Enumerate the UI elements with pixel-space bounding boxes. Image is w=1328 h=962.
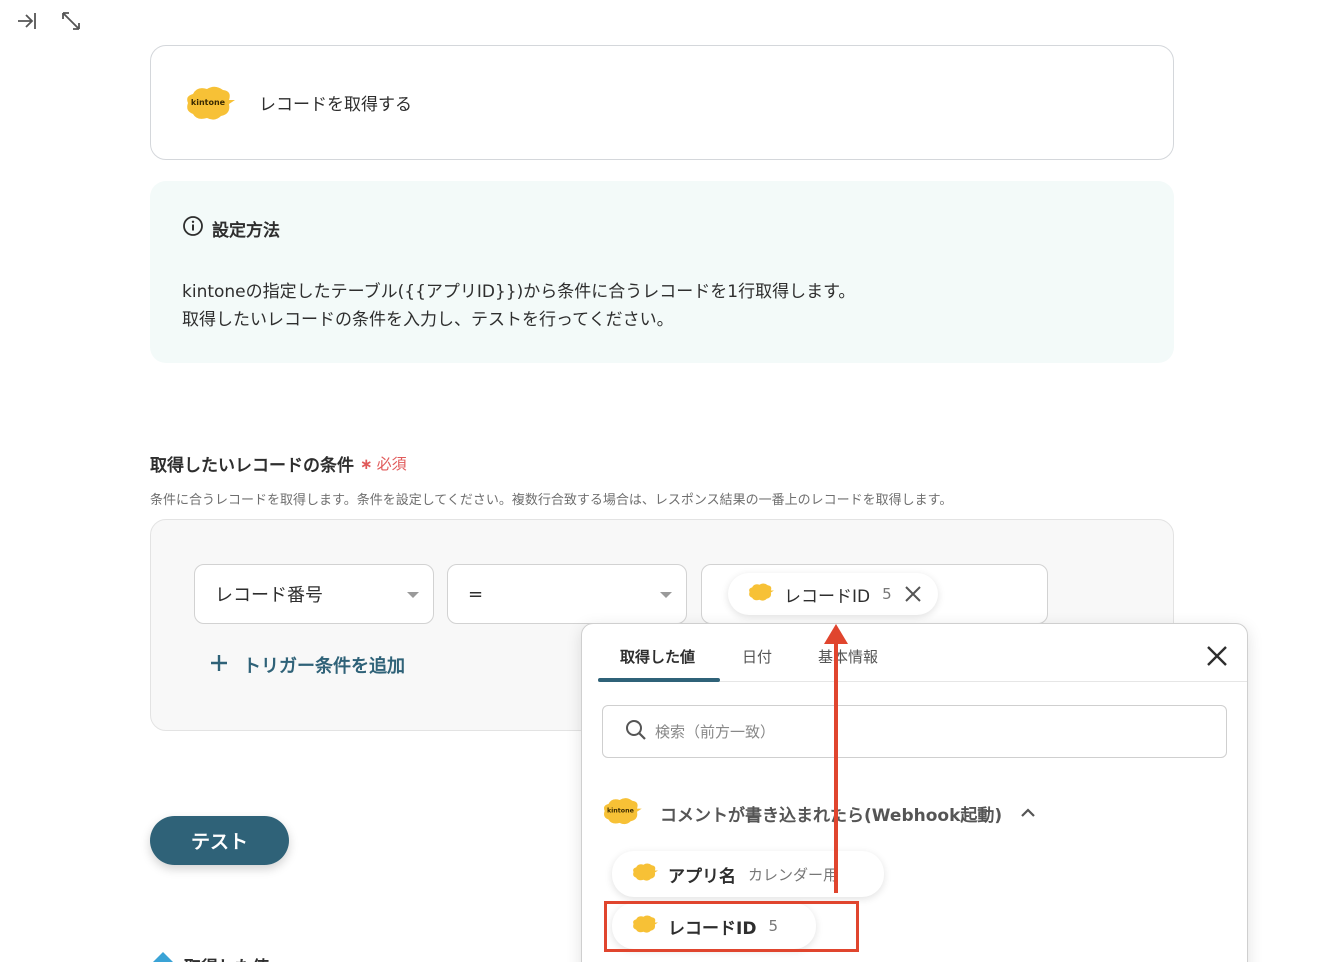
annotation-highlight-box bbox=[604, 901, 859, 952]
search-icon bbox=[625, 719, 647, 745]
value-item-app-name[interactable]: アプリ名 カレンダー用 bbox=[612, 851, 884, 897]
condition-label-text: 取得したいレコードの条件 bbox=[150, 456, 354, 476]
chevron-down-icon bbox=[660, 592, 672, 598]
test-button[interactable]: テスト bbox=[150, 816, 289, 865]
trigger-group-header[interactable]: kintone コメントが書き込まれたら(Webhook起動) bbox=[602, 796, 1036, 831]
tab-basic-info[interactable]: 基本情報 bbox=[818, 646, 878, 667]
svg-text:kintone: kintone bbox=[191, 98, 226, 107]
got-values-label: 取得した値 bbox=[184, 953, 269, 962]
collapse-panel-icon[interactable] bbox=[14, 8, 40, 34]
condition-label: 取得したいレコードの条件 ∗ 必須 bbox=[150, 451, 407, 477]
picker-tabs: 取得した値 日付 基本情報 bbox=[598, 624, 1247, 682]
condition-description: 条件に合うレコードを取得します。条件を設定してください。複数行合致する場合は、レ… bbox=[150, 493, 953, 508]
setup-instructions: 設定方法 kintoneの指定したテーブル({{アプリID}})から条件に合うレ… bbox=[150, 181, 1174, 363]
field-select-value: レコード番号 bbox=[215, 585, 323, 606]
instructions-line-1: kintoneの指定したテーブル({{アプリID}})から条件に合うレコードを1… bbox=[182, 282, 856, 302]
value-chip-label: レコードID bbox=[784, 586, 871, 607]
search-field[interactable] bbox=[602, 705, 1227, 758]
value-field[interactable]: レコードID 5 bbox=[701, 564, 1048, 624]
instructions-heading: 設定方法 bbox=[182, 215, 1142, 242]
operator-select[interactable]: = bbox=[447, 564, 687, 624]
trigger-group-title: コメントが書き込まれたら(Webhook起動) bbox=[660, 806, 1003, 826]
instructions-title: 設定方法 bbox=[212, 221, 280, 241]
chevron-up-icon bbox=[1020, 804, 1036, 824]
kintone-logo-icon: kintone bbox=[185, 84, 235, 122]
tab-date[interactable]: 日付 bbox=[742, 646, 772, 667]
chevron-down-icon bbox=[407, 592, 419, 598]
value-item-value: カレンダー用 bbox=[748, 865, 839, 884]
info-icon bbox=[182, 215, 204, 242]
kintone-logo-icon bbox=[632, 862, 658, 886]
got-values-heading: 取得した値 bbox=[150, 950, 269, 962]
annotation-arrow-head bbox=[824, 624, 848, 644]
svg-text:kintone: kintone bbox=[607, 808, 634, 815]
required-badge: 必須 bbox=[376, 455, 407, 473]
diamond-icon bbox=[150, 950, 176, 962]
search-input[interactable] bbox=[655, 722, 1155, 741]
active-tab-indicator bbox=[598, 678, 720, 682]
add-condition-button[interactable]: トリガー条件を追加 bbox=[209, 652, 405, 678]
expand-icon[interactable] bbox=[58, 8, 84, 34]
window-controls bbox=[14, 8, 84, 34]
field-select[interactable]: レコード番号 bbox=[194, 564, 434, 624]
value-chip[interactable]: レコードID 5 bbox=[728, 573, 938, 615]
add-condition-label: トリガー条件を追加 bbox=[243, 656, 405, 677]
value-item-label: アプリ名 bbox=[668, 866, 736, 887]
instructions-line-2: 取得したいレコードの条件を入力し、テストを行ってください。 bbox=[182, 310, 674, 330]
action-title: レコードを取得する bbox=[259, 95, 412, 115]
value-chip-value: 5 bbox=[882, 585, 892, 603]
operator-select-value: = bbox=[468, 583, 484, 605]
tab-obtained-values[interactable]: 取得した値 bbox=[620, 646, 695, 667]
close-icon[interactable] bbox=[904, 585, 922, 603]
kintone-logo-icon: kintone bbox=[602, 796, 642, 831]
plus-icon bbox=[209, 653, 229, 678]
kintone-logo-icon bbox=[748, 582, 774, 606]
close-icon[interactable] bbox=[1205, 644, 1229, 668]
action-header-card: kintone レコードを取得する bbox=[150, 45, 1174, 160]
annotation-arrow-line bbox=[834, 640, 838, 893]
required-star: ∗ bbox=[360, 454, 373, 473]
